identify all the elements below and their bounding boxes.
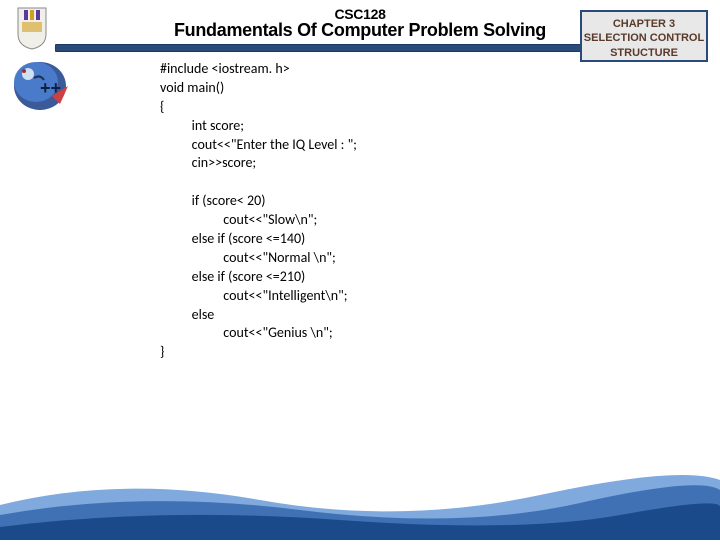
footer-wave-decoration <box>0 465 720 540</box>
cpp-logo-icon: ++ <box>10 56 74 116</box>
chapter-badge: CHAPTER 3 SELECTION CONTROL STRUCTURE <box>580 10 708 62</box>
chapter-line3: STRUCTURE <box>582 46 706 60</box>
chapter-line2: SELECTION CONTROL <box>582 31 706 45</box>
chapter-line1: CHAPTER 3 <box>582 17 706 31</box>
title-underline <box>55 44 630 52</box>
code-listing: #include <iostream. h> void main() { int… <box>160 60 357 362</box>
